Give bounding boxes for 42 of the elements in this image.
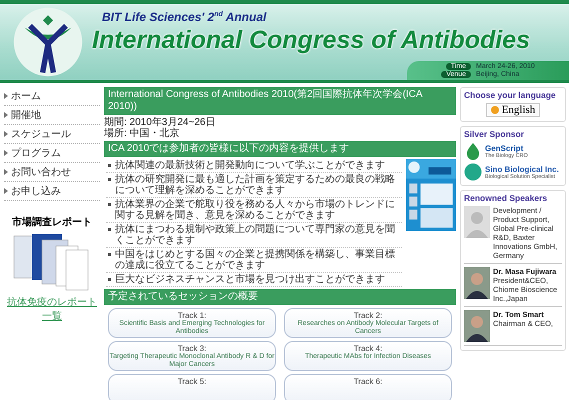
event-detail: 期間: 2010年3月24~26日 bbox=[104, 117, 216, 128]
subtitle: BIT Life Sciences' 2$^{nd}$ Annual bbox=[102, 10, 268, 24]
dot-icon bbox=[490, 106, 499, 114]
avatar-icon bbox=[464, 310, 490, 342]
sponsor-name[interactable]: Sino Biological Inc. bbox=[485, 164, 559, 174]
nav-link[interactable]: お申し込み bbox=[4, 182, 100, 201]
chevron-icon bbox=[4, 131, 8, 137]
nav-link[interactable]: お問い合わせ bbox=[4, 163, 100, 182]
report-heading: 市場調査レポート bbox=[11, 215, 93, 229]
benefit-text: 抗体にまつわる規制や政策上の問題について専門家の意見を聞くことができます bbox=[106, 223, 402, 248]
benefit-text: 抗体関連の最新技術と開発動向について学ぶことができます bbox=[106, 159, 402, 173]
report-list-link[interactable]: 抗体免疫のレポート一覧 bbox=[4, 295, 100, 323]
circle-logo-icon bbox=[464, 163, 482, 181]
track-card[interactable]: Track 5: bbox=[108, 374, 276, 400]
chevron-icon bbox=[4, 150, 8, 156]
nav-link[interactable]: ホーム bbox=[4, 87, 100, 106]
panel-title: Choose your language bbox=[464, 90, 556, 100]
chevron-icon bbox=[4, 112, 8, 118]
track-card[interactable]: Track 6: bbox=[284, 374, 452, 400]
avatar-icon bbox=[464, 267, 490, 299]
english-button[interactable]: English bbox=[486, 103, 540, 117]
drop-logo-icon bbox=[464, 142, 482, 160]
section-heading: International Congress of Antibodies 2010(第2回国際抗体年次学会(ICA 2010)) bbox=[104, 87, 456, 115]
benefit-text: 中国をはじめとする国々の企業と提携関係を構築し、事業目標の達成に役立てることができます bbox=[106, 248, 402, 273]
event-detail: 場所: 中国・北京 bbox=[104, 128, 181, 139]
sponsor-name[interactable]: GenScript bbox=[485, 144, 528, 152]
nav-link[interactable]: 開催地 bbox=[4, 106, 100, 125]
nav-link[interactable]: プログラム bbox=[4, 144, 100, 163]
panel-title: Silver Sponsor bbox=[464, 129, 524, 139]
chevron-icon bbox=[4, 169, 8, 175]
benefit-text: 巨大なビジネスチャンスと市場を見つけ出すことができます bbox=[106, 273, 402, 287]
logo-icon bbox=[12, 6, 84, 78]
section-heading: 予定されているセッションの概要 bbox=[104, 289, 456, 305]
congress-title: International Congress of Antibodies bbox=[92, 26, 530, 55]
section-heading: ICA 2010では参加者の皆様に以下の内容を提供します bbox=[104, 141, 456, 157]
benefit-text: 抗体業界の企業で舵取り役を務める人々から市場のトレンドに関する見解を聞き、意見を深めることができます bbox=[106, 198, 402, 223]
nav-link[interactable]: スケジュール bbox=[4, 125, 100, 144]
avatar-icon bbox=[464, 206, 490, 238]
benefit-text: 抗体の研究開発に最も適した計画を策定するための最良の戦略について理解を深めることができます bbox=[106, 173, 402, 198]
panel-title: Renowned Speakers bbox=[464, 193, 548, 203]
chevron-icon bbox=[4, 188, 8, 194]
chevron-icon bbox=[4, 93, 8, 99]
